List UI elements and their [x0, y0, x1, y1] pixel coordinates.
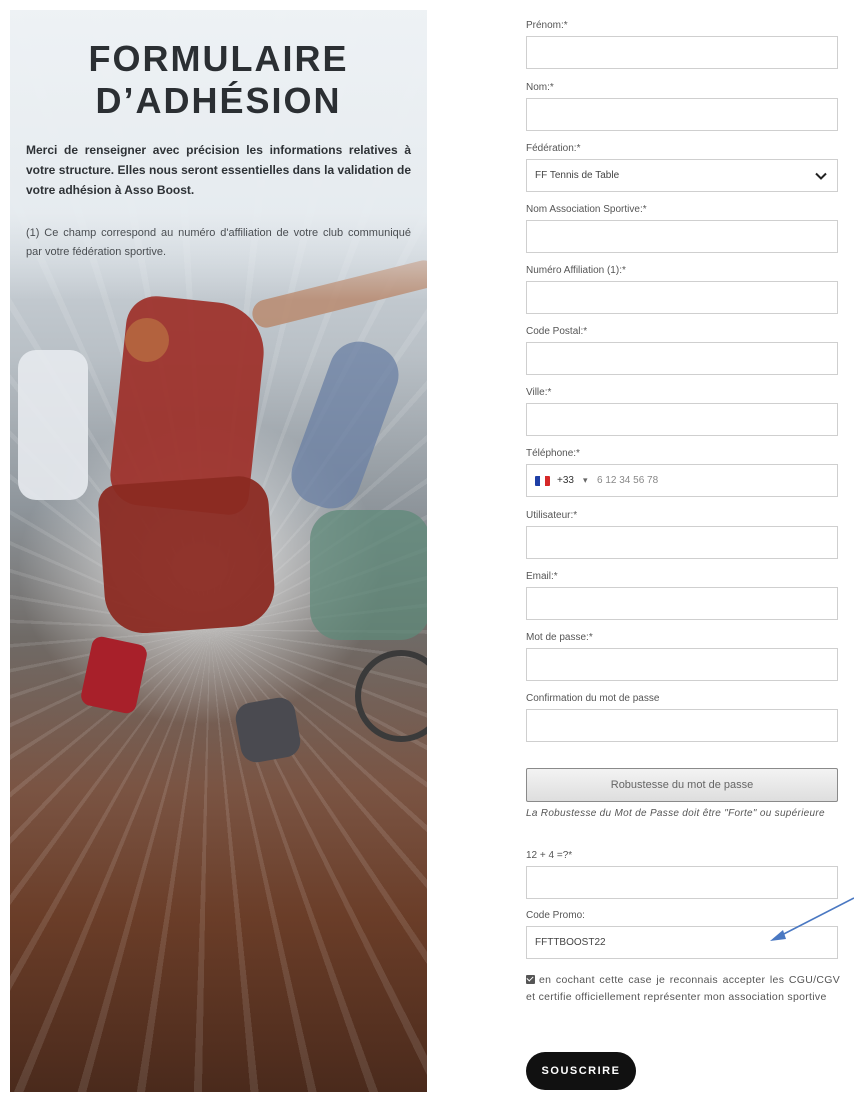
prenom-input[interactable] [526, 36, 838, 69]
telephone-input[interactable]: +33 ▾ 6 12 34 56 78 [526, 464, 838, 497]
association-label: Nom Association Sportive:* [526, 204, 647, 215]
hero-panel: FORMULAIRE D’ADHÉSION Merci de renseigne… [10, 10, 427, 1092]
nom-label: Nom:* [526, 82, 554, 93]
country-dropdown-caret-icon[interactable]: ▾ [583, 465, 588, 496]
title-line-1: FORMULAIRE [88, 38, 349, 79]
captcha-input[interactable] [526, 866, 838, 899]
basketball-player-shorts [96, 474, 278, 636]
password-input[interactable] [526, 648, 838, 681]
telephone-label: Téléphone:* [526, 448, 580, 459]
title-line-2: D’ADHÉSION [95, 80, 342, 121]
password-strength-hint: La Robustesse du Mot de Passe doit être … [526, 808, 825, 819]
captcha-label: 12 + 4 =?* [526, 850, 573, 861]
federation-selected-value: FF Tennis de Table [535, 170, 620, 181]
promo-code-value: FFTTBOOST22 [535, 937, 606, 948]
basketball [125, 318, 169, 362]
code-postal-label: Code Postal:* [526, 326, 588, 337]
confirm-password-label: Confirmation du mot de passe [526, 693, 660, 704]
consent-checkbox[interactable] [526, 975, 535, 984]
federation-label: Fédération:* [526, 143, 581, 154]
association-input[interactable] [526, 220, 838, 253]
password-label: Mot de passe:* [526, 632, 593, 643]
email-input[interactable] [526, 587, 838, 620]
annotation-arrow-icon [770, 897, 854, 941]
consent-block: en cochant cette case je reconnais accep… [526, 972, 840, 1006]
utilisateur-label: Utilisateur:* [526, 510, 578, 521]
prenom-label: Prénom:* [526, 20, 568, 31]
nom-input[interactable] [526, 98, 838, 131]
karate-athlete-figure [18, 350, 88, 500]
souscrire-button[interactable]: SOUSCRIRE [526, 1052, 636, 1090]
france-flag-icon[interactable] [535, 476, 550, 486]
email-label: Email:* [526, 571, 558, 582]
sneaker-grey [233, 695, 303, 765]
intro-text: Merci de renseigner avec précision les i… [26, 143, 411, 197]
federation-select[interactable]: FF Tennis de Table [526, 159, 838, 192]
code-postal-input[interactable] [526, 342, 838, 375]
ville-input[interactable] [526, 403, 838, 436]
affiliation-input[interactable] [526, 281, 838, 314]
phone-placeholder: 6 12 34 56 78 [597, 475, 659, 486]
chevron-down-icon [815, 172, 827, 180]
confirm-password-input[interactable] [526, 709, 838, 742]
affiliation-note: (1) Ce champ correspond au numéro d'affi… [26, 227, 411, 258]
promo-code-label: Code Promo: [526, 910, 585, 921]
consent-text: en cochant cette case je reconnais accep… [526, 974, 840, 1003]
affiliation-label: Numéro Affiliation (1):* [526, 265, 626, 276]
cyclist-figure [310, 510, 427, 640]
ville-label: Ville:* [526, 387, 552, 398]
phone-country-code[interactable]: +33 [557, 465, 574, 496]
password-strength-button[interactable]: Robustesse du mot de passe [526, 768, 838, 802]
page-title: FORMULAIRE D’ADHÉSION [10, 38, 427, 122]
utilisateur-input[interactable] [526, 526, 838, 559]
